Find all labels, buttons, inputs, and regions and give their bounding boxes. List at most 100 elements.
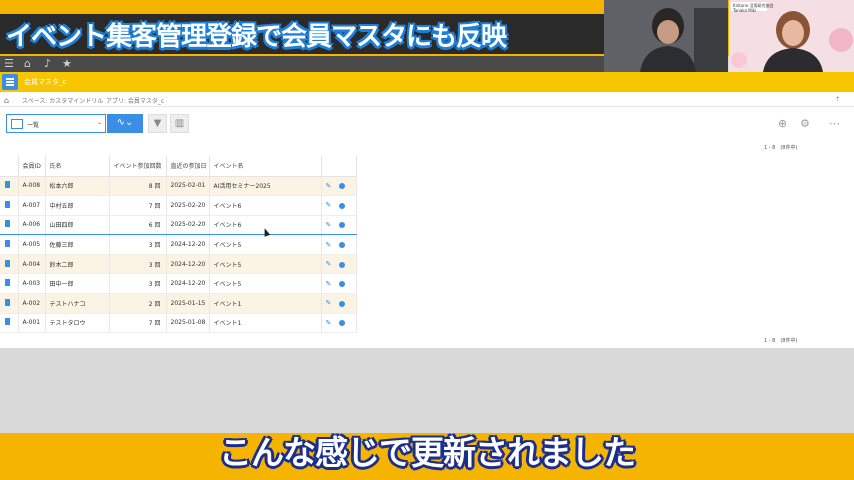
cell-member-id: A-005 <box>18 234 46 255</box>
gear-icon[interactable]: ⚙ <box>800 117 810 130</box>
cell-event: イベント6 <box>209 195 322 216</box>
pencil-icon[interactable]: ✎ <box>326 260 332 268</box>
star-icon[interactable]: ★ <box>62 57 72 70</box>
actions-cell: ✎ <box>321 195 357 216</box>
bell-icon[interactable]: ♪ <box>44 57 51 70</box>
graph-button[interactable]: ∿⌄ <box>107 114 143 133</box>
view-name: 一覧 <box>27 122 40 129</box>
cell-member-id: A-006 <box>18 214 46 236</box>
app-list-icon[interactable] <box>2 74 18 90</box>
menu-icon[interactable]: ☰ <box>4 57 14 70</box>
detail-cell <box>0 273 19 295</box>
table-row[interactable]: A-001 テストタロウ 7 回 2025-01-08 イベント1 ✎ <box>0 313 357 334</box>
remove-icon[interactable] <box>339 320 346 327</box>
presenter-left-photo <box>604 0 728 72</box>
actions-cell: ✎ <box>321 293 357 314</box>
video-subtitle: こんな感じで更新されました <box>219 433 636 472</box>
more-icon[interactable]: ⋯ <box>829 117 840 130</box>
actions-cell: ✎ <box>321 273 357 295</box>
breadcrumb: ⌂ スペース: カスタマインドリル アプリ: 会員マスタ_c ⇡ <box>0 92 854 107</box>
remove-icon[interactable] <box>339 261 346 268</box>
app-content-panel: ⌂ スペース: カスタマインドリル アプリ: 会員マスタ_c ⇡ 一覧 ⌄ ∿⌄… <box>0 92 854 348</box>
cell-date: 2025-02-20 <box>166 214 210 236</box>
filter-icon: ▼ <box>153 118 162 129</box>
table-row[interactable]: A-006 山田四郎 6 回 2025-02-20 イベント6 ✎ <box>0 214 357 236</box>
cell-name: 佐藤三郎 <box>45 234 110 255</box>
document-icon[interactable] <box>5 181 10 189</box>
cell-name: テストタロウ <box>45 313 110 334</box>
cell-event: イベント5 <box>209 234 322 255</box>
header-member-id[interactable]: 会員ID <box>18 155 46 177</box>
cell-name: 松本六郎 <box>45 176 110 197</box>
document-icon[interactable] <box>5 298 10 306</box>
cell-name: 中村五郎 <box>45 195 110 216</box>
cell-count: 8 回 <box>109 176 167 197</box>
document-icon[interactable] <box>5 220 10 228</box>
add-record-button[interactable]: ⊕ <box>778 117 787 130</box>
cell-event: イベント5 <box>209 254 322 275</box>
cell-count: 6 回 <box>109 214 167 236</box>
pencil-icon[interactable]: ✎ <box>326 241 332 249</box>
remove-icon[interactable] <box>339 222 346 229</box>
remove-icon[interactable] <box>339 281 346 288</box>
cell-count: 2 回 <box>109 293 167 314</box>
table-view-icon <box>11 119 23 129</box>
cell-event: AI活用セミナー2025 <box>209 176 322 197</box>
header-event[interactable]: イベント名 <box>209 155 322 177</box>
document-icon[interactable] <box>5 259 10 267</box>
filter-button[interactable]: ▼ <box>148 114 167 133</box>
pencil-icon[interactable]: ✎ <box>326 221 332 229</box>
cell-event: イベント1 <box>209 313 322 334</box>
breadcrumb-app[interactable]: アプリ: 会員マスタ_c <box>106 96 164 105</box>
cell-date: 2024-12-20 <box>166 273 210 295</box>
chart-button[interactable]: ▥ <box>170 114 189 133</box>
cell-date: 2024-12-20 <box>166 254 210 275</box>
chevron-down-icon: ⌄ <box>96 119 102 126</box>
cell-count: 3 回 <box>109 234 167 255</box>
document-icon[interactable] <box>5 240 10 248</box>
cell-member-id: A-002 <box>18 293 46 314</box>
pencil-icon[interactable]: ✎ <box>326 280 332 288</box>
cell-count: 3 回 <box>109 254 167 275</box>
remove-icon[interactable] <box>339 300 346 307</box>
table-row[interactable]: A-004 鈴木二郎 3 回 2024-12-20 イベント5 ✎ <box>0 254 357 275</box>
document-icon[interactable] <box>5 279 10 287</box>
breadcrumb-home-icon[interactable]: ⌂ <box>4 96 9 105</box>
document-icon[interactable] <box>5 318 10 326</box>
pager-bottom: 1 - 8 (8件中) <box>764 338 798 344</box>
table-row[interactable]: A-005 佐藤三郎 3 回 2024-12-20 イベント5 ✎ <box>0 234 357 255</box>
remove-icon[interactable] <box>339 202 346 209</box>
records-table: 会員ID 氏名 イベント参加回数 直近の参加日 イベント名 A-008 松本六郎 8… <box>0 155 357 334</box>
cell-member-id: A-007 <box>18 195 46 216</box>
breadcrumb-space[interactable]: スペース: カスタマインドリル <box>22 96 103 105</box>
pencil-icon[interactable]: ✎ <box>326 319 332 327</box>
app-title[interactable]: 会員マスタ_c <box>24 77 66 87</box>
collapse-header-icon[interactable]: ⇡ <box>835 96 840 103</box>
pencil-icon[interactable]: ✎ <box>326 182 332 190</box>
table-header-row: 会員ID 氏名 イベント参加回数 直近の参加日 イベント名 <box>0 155 357 177</box>
header-name[interactable]: 氏名 <box>45 155 110 177</box>
table-row[interactable]: A-008 松本六郎 8 回 2025-02-01 AI活用セミナー2025 ✎ <box>0 176 357 197</box>
actions-cell: ✎ <box>321 176 357 197</box>
cell-date: 2024-12-20 <box>166 234 210 255</box>
presenter-camera-right: Kintone 活用研究協会 Tanaka Miki <box>729 0 854 72</box>
view-selector[interactable]: 一覧 ⌄ <box>6 114 106 133</box>
pencil-icon[interactable]: ✎ <box>326 299 332 307</box>
graph-icon: ∿⌄ <box>116 117 134 128</box>
table-row[interactable]: A-007 中村五郎 7 回 2025-02-20 イベント6 ✎ <box>0 195 357 216</box>
cell-count: 7 回 <box>109 195 167 216</box>
home-icon[interactable]: ⌂ <box>24 57 31 70</box>
pager-top: 1 - 8 (8件中) <box>764 145 798 151</box>
app-header-bar <box>0 72 854 92</box>
header-count[interactable]: イベント参加回数 <box>109 155 167 177</box>
header-date[interactable]: 直近の参加日 <box>166 155 210 177</box>
pencil-icon[interactable]: ✎ <box>326 201 332 209</box>
cell-member-id: A-001 <box>18 313 46 334</box>
table-row[interactable]: A-003 田中一郎 3 回 2024-12-20 イベント5 ✎ <box>0 273 357 295</box>
remove-icon[interactable] <box>339 242 346 249</box>
remove-icon[interactable] <box>339 183 346 190</box>
table-row[interactable]: A-002 テストハナコ 2 回 2025-01-15 イベント1 ✎ <box>0 293 357 314</box>
header-detail <box>0 155 19 177</box>
document-icon[interactable] <box>5 200 10 208</box>
actions-cell: ✎ <box>321 234 357 255</box>
